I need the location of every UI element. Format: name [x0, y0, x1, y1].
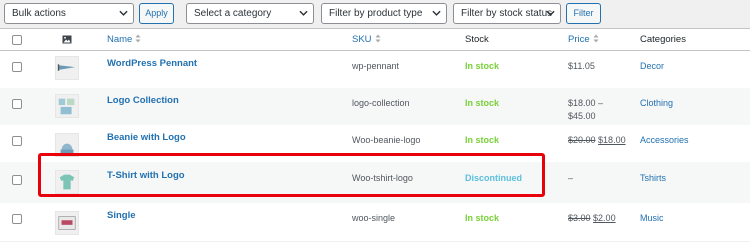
product-sku: wp-pennant — [352, 61, 400, 71]
table-row: Logo Collection logo-collection In stock… — [0, 88, 750, 125]
product-sku: logo-collection — [352, 98, 410, 108]
stock-status: In stock — [465, 135, 500, 145]
column-sku-label: SKU — [352, 34, 372, 45]
product-name-link[interactable]: Single — [107, 210, 136, 221]
filter-button[interactable]: Filter — [566, 3, 601, 24]
regular-price: $3.00 — [568, 213, 591, 223]
chevron-down-icon — [299, 10, 308, 16]
column-price-label: Price — [568, 34, 590, 45]
table-header: Name SKU Stock Price Categories — [0, 29, 750, 51]
sale-price: $2.00 — [593, 213, 616, 223]
product-name-link[interactable]: WordPress Pennant — [107, 58, 197, 69]
chevron-down-icon — [119, 10, 128, 16]
sale-price: $18.00 — [598, 135, 626, 145]
column-name[interactable]: Name — [107, 34, 141, 45]
stock-status: In stock — [465, 98, 500, 108]
product-name-link[interactable]: Logo Collection — [107, 95, 179, 106]
product-thumbnail[interactable] — [55, 170, 79, 194]
column-price[interactable]: Price — [568, 34, 599, 45]
product-thumbnail[interactable] — [55, 133, 79, 157]
table-row: Single woo-single In stock $3.00 $2.00 M… — [0, 203, 750, 242]
row-checkbox[interactable] — [12, 214, 22, 224]
pennant-image — [57, 64, 76, 71]
products-table: Name SKU Stock Price Categories WordPres… — [0, 28, 750, 241]
product-sku: woo-single — [352, 213, 396, 223]
product-price: – — [568, 173, 574, 183]
product-thumbnail[interactable] — [55, 211, 79, 235]
column-stock: Stock — [465, 34, 489, 45]
column-sku[interactable]: SKU — [352, 34, 381, 45]
category-select[interactable]: Select a category — [186, 3, 314, 24]
product-category-link[interactable]: Tshirts — [640, 173, 666, 183]
chevron-down-icon — [432, 10, 441, 16]
apply-button[interactable]: Apply — [139, 3, 174, 24]
table-row: T-Shirt with Logo Woo-tshirt-logo Discon… — [0, 162, 750, 203]
product-category-link[interactable]: Clothing — [640, 98, 673, 108]
bulk-actions-select[interactable]: Bulk actions — [4, 3, 134, 24]
stock-status: Discontinued — [465, 173, 523, 183]
album-image — [58, 216, 76, 230]
image-icon — [62, 35, 72, 44]
stock-status: In stock — [465, 61, 500, 71]
category-value: Select a category — [194, 8, 272, 19]
table-row: Beanie with Logo Woo-beanie-logo In stoc… — [0, 125, 750, 162]
product-price: $18.00 – $45.00 — [568, 97, 603, 123]
product-name-link[interactable]: T-Shirt with Logo — [107, 170, 185, 181]
sort-icon — [375, 34, 381, 43]
column-categories: Categories — [640, 34, 686, 45]
row-checkbox[interactable] — [12, 62, 22, 72]
product-price: $20.00 $18.00 — [568, 134, 626, 147]
product-category-link[interactable]: Music — [640, 213, 664, 223]
product-category-link[interactable]: Decor — [640, 61, 664, 71]
select-all-checkbox[interactable] — [12, 35, 22, 45]
stock-status-select[interactable]: Filter by stock status — [453, 3, 561, 24]
filter-toolbar: Bulk actions Apply Select a category Fil… — [0, 0, 750, 28]
product-type-value: Filter by product type — [329, 8, 423, 19]
product-category-link[interactable]: Accessories — [640, 135, 689, 145]
tshirt-image — [59, 174, 75, 190]
row-checkbox[interactable] — [12, 99, 22, 109]
row-checkbox[interactable] — [12, 136, 22, 146]
product-thumbnail[interactable] — [55, 94, 79, 118]
product-sku: Woo-beanie-logo — [352, 135, 421, 145]
beanie-image — [60, 143, 74, 154]
product-sku: Woo-tshirt-logo — [352, 173, 413, 183]
clothing-collection-image — [58, 98, 75, 115]
stock-status: In stock — [465, 213, 500, 223]
product-type-select[interactable]: Filter by product type — [321, 3, 447, 24]
price-range-start: $18.00 – — [568, 98, 604, 108]
stock-status-value: Filter by stock status — [461, 8, 553, 19]
product-price: $11.05 — [568, 61, 595, 71]
price-range-end: $45.00 — [568, 111, 596, 121]
row-checkbox[interactable] — [12, 175, 22, 185]
table-row: WordPress Pennant wp-pennant In stock $1… — [0, 51, 750, 88]
product-thumbnail[interactable] — [55, 56, 79, 80]
sort-icon — [135, 34, 141, 43]
column-name-label: Name — [107, 34, 133, 45]
bulk-actions-value: Bulk actions — [12, 8, 66, 19]
product-name-link[interactable]: Beanie with Logo — [107, 132, 186, 143]
product-price: $3.00 $2.00 — [568, 212, 616, 225]
sort-icon — [593, 34, 599, 43]
regular-price: $20.00 — [568, 135, 596, 145]
chevron-down-icon — [546, 10, 555, 16]
